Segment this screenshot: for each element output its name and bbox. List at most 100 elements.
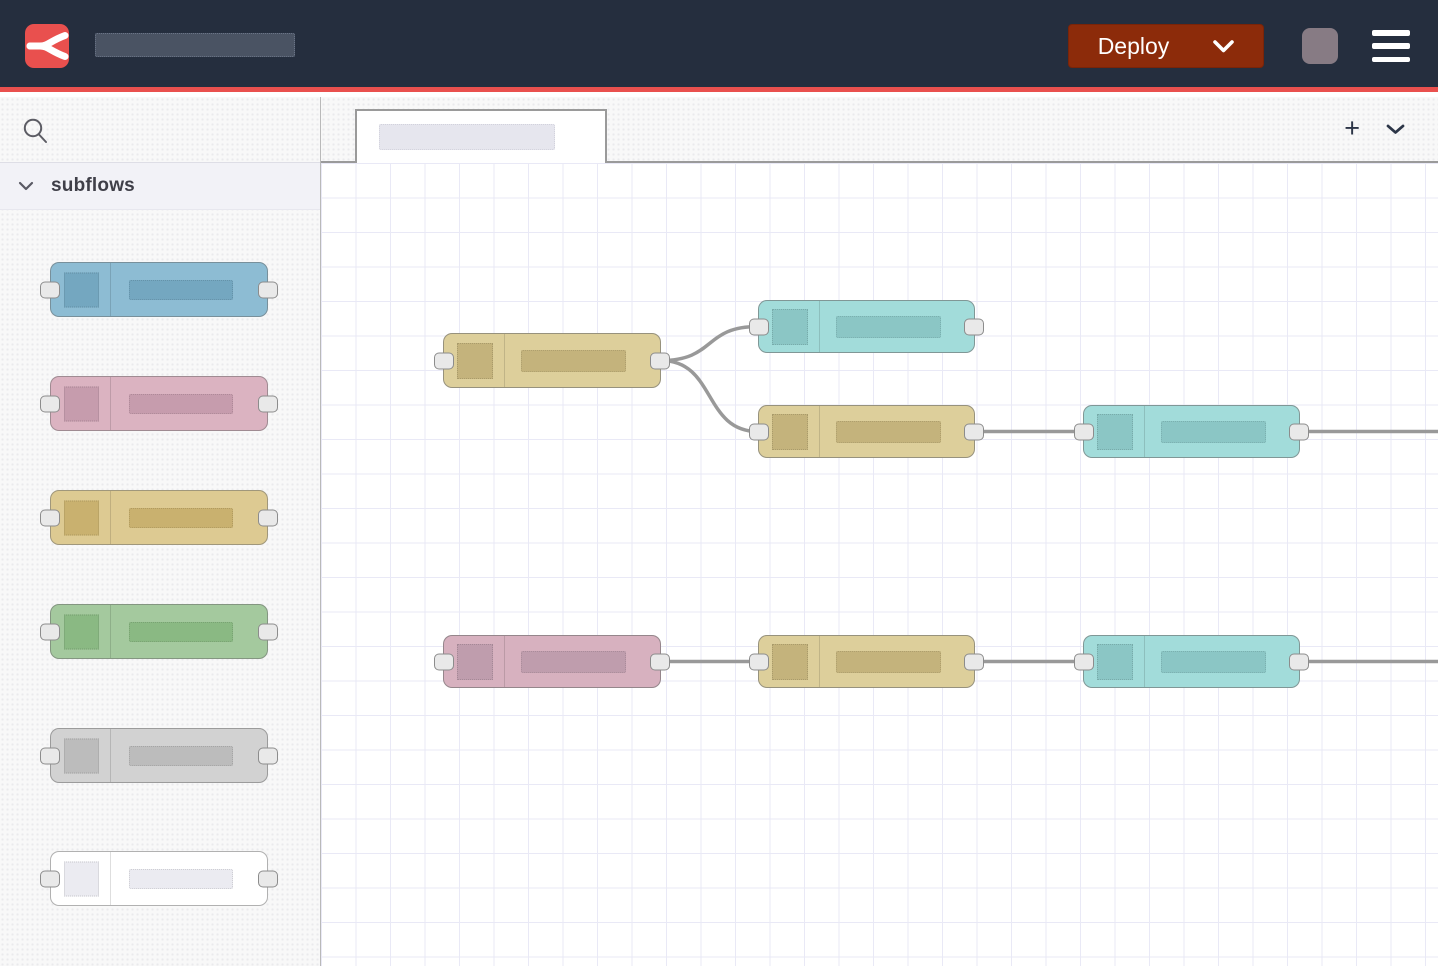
- node-label-skeleton: [129, 394, 233, 414]
- node-divider: [819, 301, 820, 352]
- input-port[interactable]: [40, 747, 60, 764]
- node-label-skeleton: [129, 746, 233, 766]
- node-label-skeleton: [129, 622, 233, 642]
- input-port[interactable]: [40, 623, 60, 640]
- flow-tab-active[interactable]: [355, 109, 607, 163]
- node-icon-skeleton: [64, 738, 99, 773]
- input-port[interactable]: [40, 509, 60, 526]
- flow-node-cyan[interactable]: [1083, 405, 1300, 458]
- user-avatar[interactable]: [1302, 28, 1338, 64]
- node-divider: [110, 852, 111, 905]
- main-menu-icon[interactable]: [1372, 30, 1410, 62]
- node-divider: [504, 636, 505, 687]
- node-divider: [110, 263, 111, 316]
- flow-tab-bar: +: [321, 97, 1438, 163]
- node-divider: [110, 605, 111, 658]
- menu-bar: [1372, 30, 1410, 36]
- palette-node-body: [50, 728, 268, 783]
- output-port[interactable]: [258, 747, 278, 764]
- input-port[interactable]: [749, 318, 769, 335]
- output-port[interactable]: [258, 281, 278, 298]
- output-port[interactable]: [964, 653, 984, 670]
- node-icon-skeleton: [772, 414, 808, 450]
- palette-node-body: [50, 490, 268, 545]
- palette-node-gray-node[interactable]: [40, 728, 278, 783]
- flow-canvas[interactable]: [321, 163, 1438, 966]
- input-port[interactable]: [749, 653, 769, 670]
- palette-node-body: [50, 851, 268, 906]
- chevron-down-icon: [1213, 40, 1234, 53]
- deploy-button-label: Deploy: [1098, 33, 1170, 60]
- flow-node-cyan[interactable]: [1083, 635, 1300, 688]
- output-port[interactable]: [258, 509, 278, 526]
- palette-node-tan-node[interactable]: [40, 490, 278, 545]
- add-flow-icon[interactable]: +: [1344, 115, 1360, 142]
- node-icon-skeleton: [64, 386, 99, 421]
- node-divider: [110, 377, 111, 430]
- input-port[interactable]: [40, 870, 60, 887]
- node-label-skeleton: [521, 350, 626, 372]
- wire-layer: [321, 163, 1438, 966]
- node-palette: subflows: [0, 97, 321, 966]
- palette-node-blue-node[interactable]: [40, 262, 278, 317]
- output-port[interactable]: [1289, 423, 1309, 440]
- output-port[interactable]: [964, 318, 984, 335]
- palette-node-white-node[interactable]: [40, 851, 278, 906]
- palette-node-body: [50, 376, 268, 431]
- flow-list-chevron-icon[interactable]: [1386, 124, 1405, 135]
- node-icon-skeleton: [64, 614, 99, 649]
- input-port[interactable]: [434, 653, 454, 670]
- flow-node-tan[interactable]: [443, 333, 661, 388]
- node-label-skeleton: [129, 508, 233, 528]
- input-port[interactable]: [434, 352, 454, 369]
- output-port[interactable]: [1289, 653, 1309, 670]
- output-port[interactable]: [964, 423, 984, 440]
- node-divider: [819, 406, 820, 457]
- flow-node-tan[interactable]: [758, 405, 975, 458]
- palette-item-list: [0, 97, 320, 966]
- flow-node-cyan[interactable]: [758, 300, 975, 353]
- palette-node-pink-node[interactable]: [40, 376, 278, 431]
- node-icon-skeleton: [772, 309, 808, 345]
- node-icon-skeleton: [64, 861, 99, 896]
- menu-bar: [1372, 43, 1410, 49]
- node-label-skeleton: [521, 651, 626, 673]
- output-port[interactable]: [258, 395, 278, 412]
- input-port[interactable]: [749, 423, 769, 440]
- output-port[interactable]: [650, 653, 670, 670]
- node-icon-skeleton: [457, 343, 493, 379]
- node-divider: [504, 334, 505, 387]
- deploy-button[interactable]: Deploy: [1068, 24, 1264, 68]
- input-port[interactable]: [40, 395, 60, 412]
- palette-node-body: [50, 604, 268, 659]
- node-icon-skeleton: [1097, 644, 1133, 680]
- workspace: +: [321, 97, 1438, 966]
- input-port[interactable]: [40, 281, 60, 298]
- node-divider: [819, 636, 820, 687]
- node-red-logo: [25, 24, 69, 68]
- output-port[interactable]: [650, 352, 670, 369]
- app-header: Deploy: [0, 0, 1438, 92]
- wire[interactable]: [661, 327, 758, 361]
- node-icon-skeleton: [1097, 414, 1133, 450]
- flow-node-pink[interactable]: [443, 635, 661, 688]
- node-divider: [110, 491, 111, 544]
- input-port[interactable]: [1074, 653, 1094, 670]
- palette-node-body: [50, 262, 268, 317]
- node-icon-skeleton: [772, 644, 808, 680]
- node-label-skeleton: [129, 280, 233, 300]
- node-label-skeleton: [836, 651, 941, 673]
- fork-icon: [25, 24, 69, 68]
- flow-node-tan[interactable]: [758, 635, 975, 688]
- node-label-skeleton: [836, 316, 941, 338]
- palette-node-green-node[interactable]: [40, 604, 278, 659]
- node-divider: [1144, 406, 1145, 457]
- tab-actions: +: [1344, 97, 1405, 161]
- node-label-skeleton: [1161, 651, 1266, 673]
- input-port[interactable]: [1074, 423, 1094, 440]
- output-port[interactable]: [258, 870, 278, 887]
- tab-label-skeleton: [379, 124, 555, 150]
- wire[interactable]: [661, 361, 758, 432]
- header-title-skeleton: [95, 33, 295, 57]
- output-port[interactable]: [258, 623, 278, 640]
